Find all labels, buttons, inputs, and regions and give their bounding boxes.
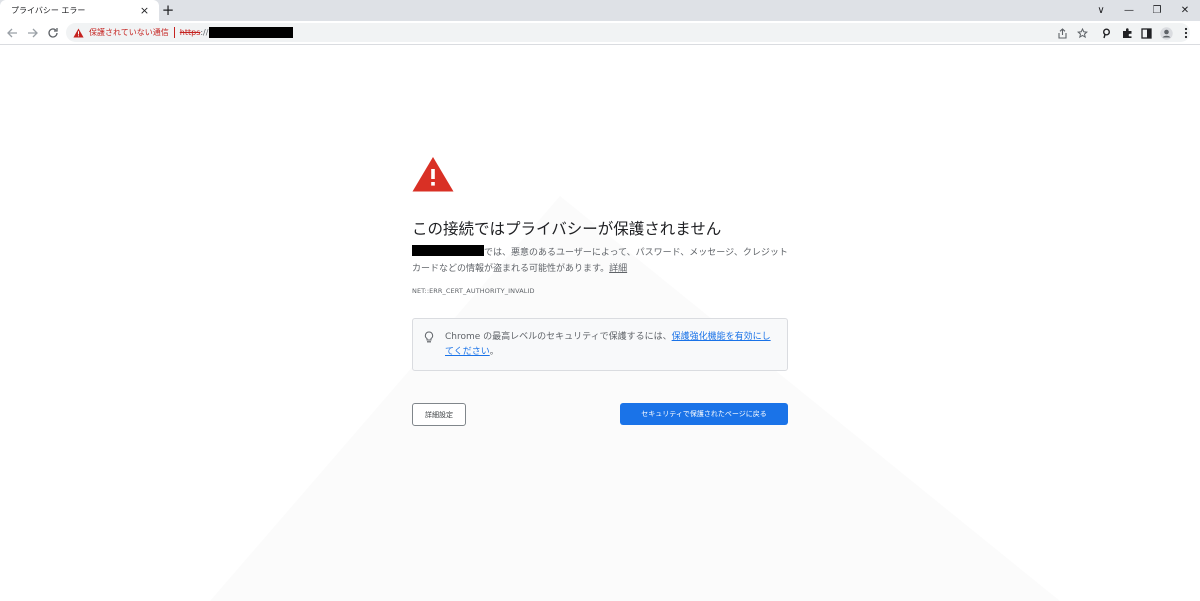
minimize-icon[interactable]: — <box>1114 0 1144 21</box>
enhanced-protection-banner: Chrome の最高レベルのセキュリティで保護するには、保護強化機能を有効にして… <box>412 318 788 371</box>
interstitial-page: この接続ではプライバシーが保護されません では、悪意のあるユーザーによって、パス… <box>0 46 1200 601</box>
tab-strip: プライバシー エラー × + ∨ — ❐ ✕ <box>0 0 1200 21</box>
bookmark-star-icon[interactable] <box>1074 25 1090 41</box>
extension-pin-icon[interactable] <box>1098 25 1114 41</box>
tab-title: プライバシー エラー <box>11 6 86 15</box>
error-code: NET::ERR_CERT_AUTHORITY_INVALID <box>412 287 535 295</box>
error-description: では、悪意のあるユーザーによって、パスワード、メッセージ、クレジットカードなどの… <box>412 245 788 277</box>
url-scheme: https <box>179 28 201 37</box>
address-bar[interactable]: 保護されていない通信 https :// <box>66 23 1190 42</box>
back-icon[interactable] <box>4 25 20 41</box>
warning-icon <box>412 157 454 192</box>
lightbulb-icon <box>424 331 434 343</box>
profile-avatar-icon[interactable] <box>1158 25 1174 41</box>
details-link[interactable]: 詳細 <box>609 264 627 274</box>
omnibox-divider <box>173 27 175 38</box>
reload-icon[interactable] <box>45 25 61 41</box>
tab-close-icon[interactable]: × <box>138 4 151 17</box>
forward-icon[interactable] <box>25 25 41 41</box>
page-title: この接続ではプライバシーが保護されません <box>412 220 722 238</box>
menu-kebab-icon[interactable] <box>1178 25 1194 41</box>
info-text: Chrome の最高レベルのセキュリティで保護するには、 <box>445 332 672 342</box>
redacted-hostname <box>412 245 484 256</box>
tab-privacy-error[interactable]: プライバシー エラー × <box>0 0 159 21</box>
back-to-safety-button[interactable]: セキュリティで保護されたページに戻る <box>620 403 788 425</box>
share-icon[interactable] <box>1054 25 1070 41</box>
side-panel-icon[interactable] <box>1138 25 1154 41</box>
enhanced-protection-text: Chrome の最高レベルのセキュリティで保護するには、保護強化機能を有効にして… <box>445 330 779 360</box>
extensions-puzzle-icon[interactable] <box>1119 25 1135 41</box>
close-window-icon[interactable]: ✕ <box>1170 0 1200 21</box>
tab-search-icon[interactable]: ∨ <box>1086 0 1116 21</box>
new-tab-icon[interactable]: + <box>160 2 176 18</box>
advanced-button[interactable]: 詳細設定 <box>412 403 466 426</box>
toolbar: 保護されていない通信 https :// <box>0 21 1200 45</box>
info-text-end: 。 <box>489 347 499 357</box>
warning-icon[interactable] <box>73 28 84 38</box>
redacted-url <box>209 27 294 38</box>
security-status-label[interactable]: 保護されていない通信 <box>89 27 169 38</box>
scrollbar[interactable] <box>1188 46 1200 601</box>
url-separator: :// <box>200 28 209 37</box>
restore-icon[interactable]: ❐ <box>1142 0 1172 21</box>
